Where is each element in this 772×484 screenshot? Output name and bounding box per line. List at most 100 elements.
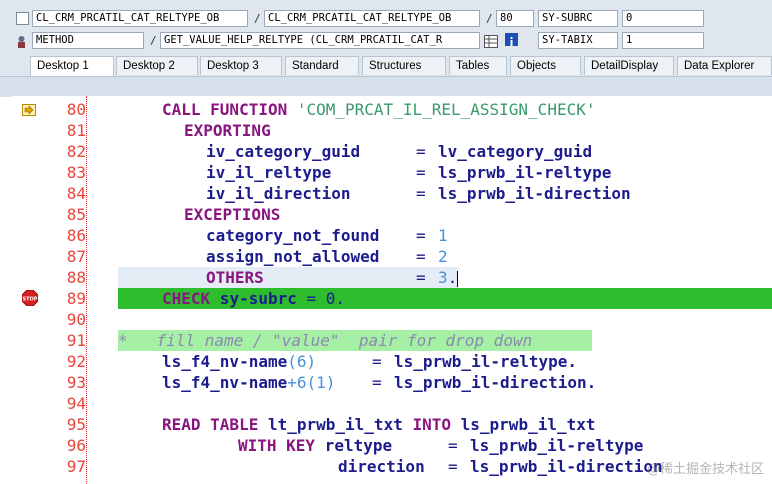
event-name-field[interactable]: GET_VALUE_HELP_RELTYPE (CL_CRM_PRCATIL_C…: [160, 32, 480, 49]
code-value[interactable]: ls_prwb_il-direction: [470, 456, 663, 477]
operator: =: [416, 184, 426, 203]
keyword: INTO: [412, 415, 451, 434]
code-assignment[interactable]: =: [372, 372, 382, 393]
offset-length: +6(1): [287, 373, 336, 392]
program-field[interactable]: CL_CRM_PRCATIL_CAT_RELTYPE_OB: [32, 10, 248, 27]
debugger-header: CL_CRM_PRCATIL_CAT_RELTYPE_OB / CL_CRM_P…: [0, 0, 772, 56]
line-number: 95: [66, 415, 86, 434]
code-assignment[interactable]: =: [372, 351, 382, 372]
code-assignment[interactable]: =: [416, 162, 426, 183]
variable: ls_f4_nv-name: [162, 373, 288, 392]
code-line[interactable]: assign_not_allowed: [206, 246, 379, 267]
line-number: 80: [66, 100, 86, 119]
code-assignment[interactable]: =: [416, 141, 426, 162]
code-value[interactable]: ls_prwb_il-reltype.: [394, 351, 577, 372]
separator: /: [486, 12, 493, 25]
line-number: 90: [66, 310, 86, 329]
code-line[interactable]: READ TABLE lt_prwb_il_txt INTO ls_prwb_i…: [162, 414, 596, 435]
operator: =: [448, 457, 458, 476]
keyword: CALL FUNCTION: [162, 100, 297, 119]
keyword: EXPORTING: [184, 121, 271, 140]
code-comment[interactable]: * fill name / "value" pair for drop down: [118, 330, 532, 351]
parameter: iv_il_reltype: [206, 163, 332, 182]
tab-structures[interactable]: Structures: [362, 56, 446, 75]
code-value[interactable]: 2: [438, 246, 448, 267]
code-line[interactable]: ls_f4_nv-name+6(1): [162, 372, 335, 393]
variable: reltype: [324, 436, 393, 455]
code-line[interactable]: ls_f4_nv-name(6): [162, 351, 316, 372]
exception-name: assign_not_allowed: [206, 247, 380, 266]
info-icon[interactable]: [505, 33, 518, 46]
number-literal: 3: [438, 268, 448, 287]
variable-value-field[interactable]: 1: [622, 32, 704, 49]
code-value[interactable]: ls_prwb_il-reltype: [470, 435, 643, 456]
code-line[interactable]: iv_il_direction: [206, 183, 351, 204]
variable: sy-subrc: [210, 289, 307, 308]
code-value[interactable]: 3.: [438, 267, 459, 288]
operator: = 0.: [306, 289, 346, 308]
breakpoint-stop-icon[interactable]: STOP: [21, 289, 39, 310]
code-line[interactable]: CALL FUNCTION 'COM_PRCAT_IL_REL_ASSIGN_C…: [162, 99, 595, 120]
code-line[interactable]: WITH KEY reltype: [238, 435, 392, 456]
code-line[interactable]: category_not_found: [206, 225, 379, 246]
variable: ls_prwb_il-reltype: [438, 163, 612, 182]
line-number: 91: [66, 331, 86, 350]
variable-name-field[interactable]: SY-SUBRC: [538, 10, 618, 27]
tab-desktop-1[interactable]: Desktop 1: [30, 56, 114, 76]
code-line[interactable]: EXPORTING: [184, 120, 271, 141]
variable: ls_prwb_il-direction: [438, 184, 631, 203]
code-assignment[interactable]: =: [416, 267, 426, 288]
tab-objects[interactable]: Objects: [510, 56, 581, 75]
line-number: 93: [66, 373, 86, 392]
tab-detail-display[interactable]: DetailDisplay: [584, 56, 674, 75]
desktop-tabs: Desktop 1 Desktop 2 Desktop 3 Standard S…: [0, 56, 772, 76]
parameter: iv_il_direction: [206, 184, 351, 203]
separator: /: [254, 12, 261, 25]
code-line[interactable]: OTHERS: [206, 267, 264, 288]
code-value[interactable]: ls_prwb_il-reltype: [438, 162, 611, 183]
code-line[interactable]: direction: [338, 456, 425, 477]
variable: direction: [338, 457, 425, 476]
variable: ls_prwb_il-direction.: [394, 373, 597, 392]
code-line[interactable]: iv_il_reltype: [206, 162, 331, 183]
code-assignment[interactable]: =: [448, 456, 458, 477]
editor-frame-bar: [0, 76, 772, 97]
code-assignment[interactable]: =: [416, 183, 426, 204]
tab-desktop-2[interactable]: Desktop 2: [116, 56, 198, 75]
cursor-line-highlight: [118, 267, 458, 288]
variable-value-field[interactable]: 0: [622, 10, 704, 27]
offset-length: (6): [287, 352, 317, 371]
code-value[interactable]: lv_category_guid: [438, 141, 592, 162]
code-value[interactable]: ls_prwb_il-direction.: [394, 372, 596, 393]
operator: =: [416, 142, 426, 161]
operator: =: [448, 436, 458, 455]
current-statement-arrow-icon: [22, 101, 36, 120]
code-assignment[interactable]: =: [448, 435, 458, 456]
line-number: 84: [66, 184, 86, 203]
variable: ls_prwb_il-direction: [470, 457, 663, 476]
variable-name-field[interactable]: SY-TABIX: [538, 32, 618, 49]
tab-data-explorer[interactable]: Data Explorer: [677, 56, 772, 75]
line-number: 83: [66, 163, 86, 182]
table-icon[interactable]: [484, 33, 498, 48]
variable: ls_prwb_il-reltype.: [394, 352, 578, 371]
code-assignment[interactable]: =: [416, 225, 426, 246]
line-number: 85: [66, 205, 86, 224]
code-assignment[interactable]: =: [416, 246, 426, 267]
line-number: 89: [66, 289, 86, 308]
string-literal: 'COM_PRCAT_IL_REL_ASSIGN_CHECK': [296, 100, 596, 119]
line-number-field[interactable]: 80: [496, 10, 534, 27]
line-number: 97: [66, 457, 86, 476]
code-line[interactable]: EXCEPTIONS: [184, 204, 280, 225]
keyword: OTHERS: [206, 268, 264, 287]
code-line-current[interactable]: CHECK sy-subrc = 0.: [162, 288, 345, 309]
tab-standard[interactable]: Standard: [285, 56, 359, 75]
keyword: READ TABLE: [162, 415, 259, 434]
tab-tables[interactable]: Tables: [449, 56, 507, 75]
event-type-field[interactable]: METHOD: [32, 32, 144, 49]
code-line[interactable]: iv_category_guid: [206, 141, 360, 162]
tab-desktop-3[interactable]: Desktop 3: [200, 56, 282, 75]
include-field[interactable]: CL_CRM_PRCATIL_CAT_RELTYPE_OB: [264, 10, 480, 27]
code-value[interactable]: ls_prwb_il-direction: [438, 183, 631, 204]
code-value[interactable]: 1: [438, 225, 448, 246]
